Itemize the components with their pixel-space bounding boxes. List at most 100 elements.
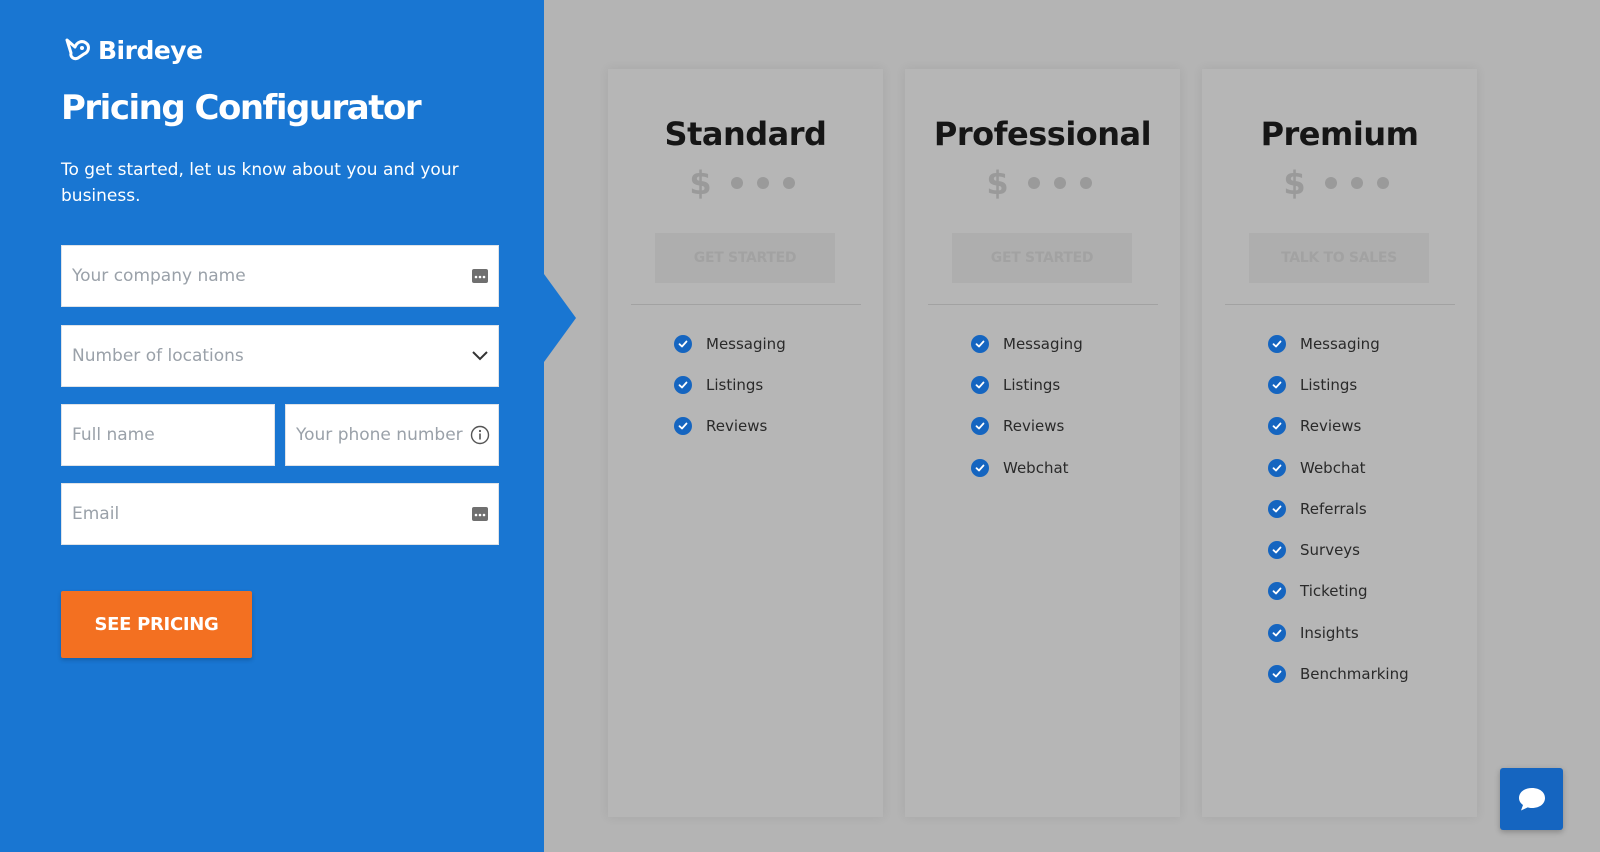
price-mask-dot [1053, 177, 1066, 189]
get-started-button[interactable]: GET STARTED [655, 233, 835, 283]
price-mask-dot [1324, 177, 1337, 189]
check-circle-icon [674, 417, 692, 436]
locations-placeholder: Number of locations [72, 346, 244, 366]
feature-label: Webchat [1300, 458, 1366, 477]
feature-label: Reviews [1003, 417, 1065, 436]
feature-item: Reviews [674, 406, 786, 447]
feature-label: Listings [1300, 375, 1358, 394]
price-mask-dot [1376, 177, 1389, 189]
feature-label: Reviews [706, 417, 768, 436]
feature-item: Ticketing [1268, 571, 1409, 612]
price-mask-dot [1350, 177, 1363, 189]
email-input[interactable]: Email [61, 483, 499, 545]
feature-item: Insights [1268, 612, 1409, 653]
birdeye-logo-icon [65, 38, 90, 60]
plan-price-hidden: $ [608, 164, 883, 202]
see-pricing-button[interactable]: SEE PRICING [61, 591, 252, 658]
feature-item: Reviews [1268, 406, 1409, 447]
feature-label: Messaging [1300, 334, 1380, 353]
feature-list: Messaging Listings Reviews Webchat Referrals… [1268, 323, 1409, 695]
price-mask-dot [782, 177, 795, 189]
check-circle-icon [1268, 541, 1286, 560]
feature-item: Messaging [1268, 323, 1409, 364]
phone-placeholder: Your phone number [296, 425, 463, 445]
feature-list: Messaging Listings Reviews [674, 323, 786, 447]
feature-item: Reviews [971, 406, 1083, 447]
plan-price-hidden: $ [905, 164, 1180, 202]
check-circle-icon [674, 375, 692, 394]
feature-label: Messaging [1003, 334, 1083, 353]
plan-name: Professional [933, 115, 1152, 153]
plan-divider [928, 304, 1158, 305]
plan-name: Standard [664, 115, 827, 153]
feature-item: Benchmarking [1268, 653, 1409, 694]
feature-item: Listings [971, 364, 1083, 405]
feature-label: Insights [1300, 623, 1359, 642]
page-title: Pricing Configurator [61, 88, 422, 128]
plan-card-professional: Professional $ GET STARTED Messaging List… [905, 69, 1180, 817]
feature-label: Listings [706, 375, 764, 394]
feature-item: Referrals [1268, 488, 1409, 529]
feature-list: Messaging Listings Reviews Webchat [971, 323, 1083, 488]
info-icon[interactable] [470, 425, 490, 445]
feature-item: Webchat [1268, 447, 1409, 488]
price-mask-dot [1027, 177, 1040, 189]
company-name-placeholder: Your company name [72, 266, 246, 286]
check-circle-icon [1268, 375, 1286, 394]
plan-card-standard: Standard $ GET STARTED Messaging Listings… [608, 69, 883, 817]
price-mask-dot [730, 177, 743, 189]
get-started-button[interactable]: GET STARTED [952, 233, 1132, 283]
plan-card-premium: Premium $ TALK TO SALES Messaging Listing… [1202, 69, 1477, 817]
feature-item: Listings [1268, 364, 1409, 405]
check-circle-icon [674, 334, 692, 353]
locations-select[interactable]: Number of locations [61, 325, 499, 387]
plan-divider [1225, 304, 1455, 305]
feature-label: Reviews [1300, 417, 1362, 436]
price-mask-dot [756, 177, 769, 189]
panel-arrow [544, 274, 576, 362]
feature-item: Messaging [971, 323, 1083, 364]
email-placeholder: Email [72, 504, 120, 524]
autofill-icon[interactable] [472, 269, 488, 283]
price-symbol: $ [689, 164, 712, 202]
full-name-input[interactable]: Full name [61, 404, 275, 466]
full-name-placeholder: Full name [72, 425, 155, 445]
check-circle-icon [1268, 665, 1286, 684]
feature-item: Listings [674, 364, 786, 405]
page-subtitle: To get started, let us know about you an… [61, 160, 459, 206]
feature-item: Webchat [971, 447, 1083, 488]
company-name-input[interactable]: Your company name [61, 245, 499, 307]
check-circle-icon [971, 375, 989, 394]
plan-name: Premium [1260, 115, 1419, 153]
check-circle-icon [1268, 458, 1286, 477]
feature-label: Listings [1003, 375, 1061, 394]
check-circle-icon [971, 458, 989, 477]
chat-widget-button[interactable] [1500, 768, 1563, 830]
price-symbol: $ [986, 164, 1009, 202]
check-circle-icon [1268, 334, 1286, 353]
price-symbol: $ [1283, 164, 1306, 202]
check-circle-icon [971, 417, 989, 436]
feature-item: Messaging [674, 323, 786, 364]
plan-price-hidden: $ [1202, 164, 1477, 202]
phone-input[interactable]: Your phone number [285, 404, 499, 466]
check-circle-icon [1268, 623, 1286, 642]
check-circle-icon [1268, 417, 1286, 436]
brand-name: Birdeye [98, 36, 203, 65]
feature-label: Benchmarking [1300, 665, 1409, 684]
chat-bubble-icon [1518, 788, 1545, 811]
feature-label: Ticketing [1300, 582, 1368, 601]
check-circle-icon [1268, 499, 1286, 518]
brand-logo[interactable]: Birdeye [64, 36, 203, 65]
feature-label: Messaging [706, 334, 786, 353]
autofill-icon[interactable] [472, 507, 488, 521]
chevron-down-icon [472, 351, 488, 361]
talk-to-sales-button[interactable]: TALK TO SALES [1249, 233, 1429, 283]
feature-label: Webchat [1003, 458, 1069, 477]
check-circle-icon [1268, 582, 1286, 601]
plan-divider [631, 304, 861, 305]
feature-label: Referrals [1300, 499, 1367, 518]
feature-label: Surveys [1300, 541, 1360, 560]
configurator-panel: Birdeye Pricing Configurator To get star… [0, 0, 544, 852]
price-mask-dot [1079, 177, 1092, 189]
